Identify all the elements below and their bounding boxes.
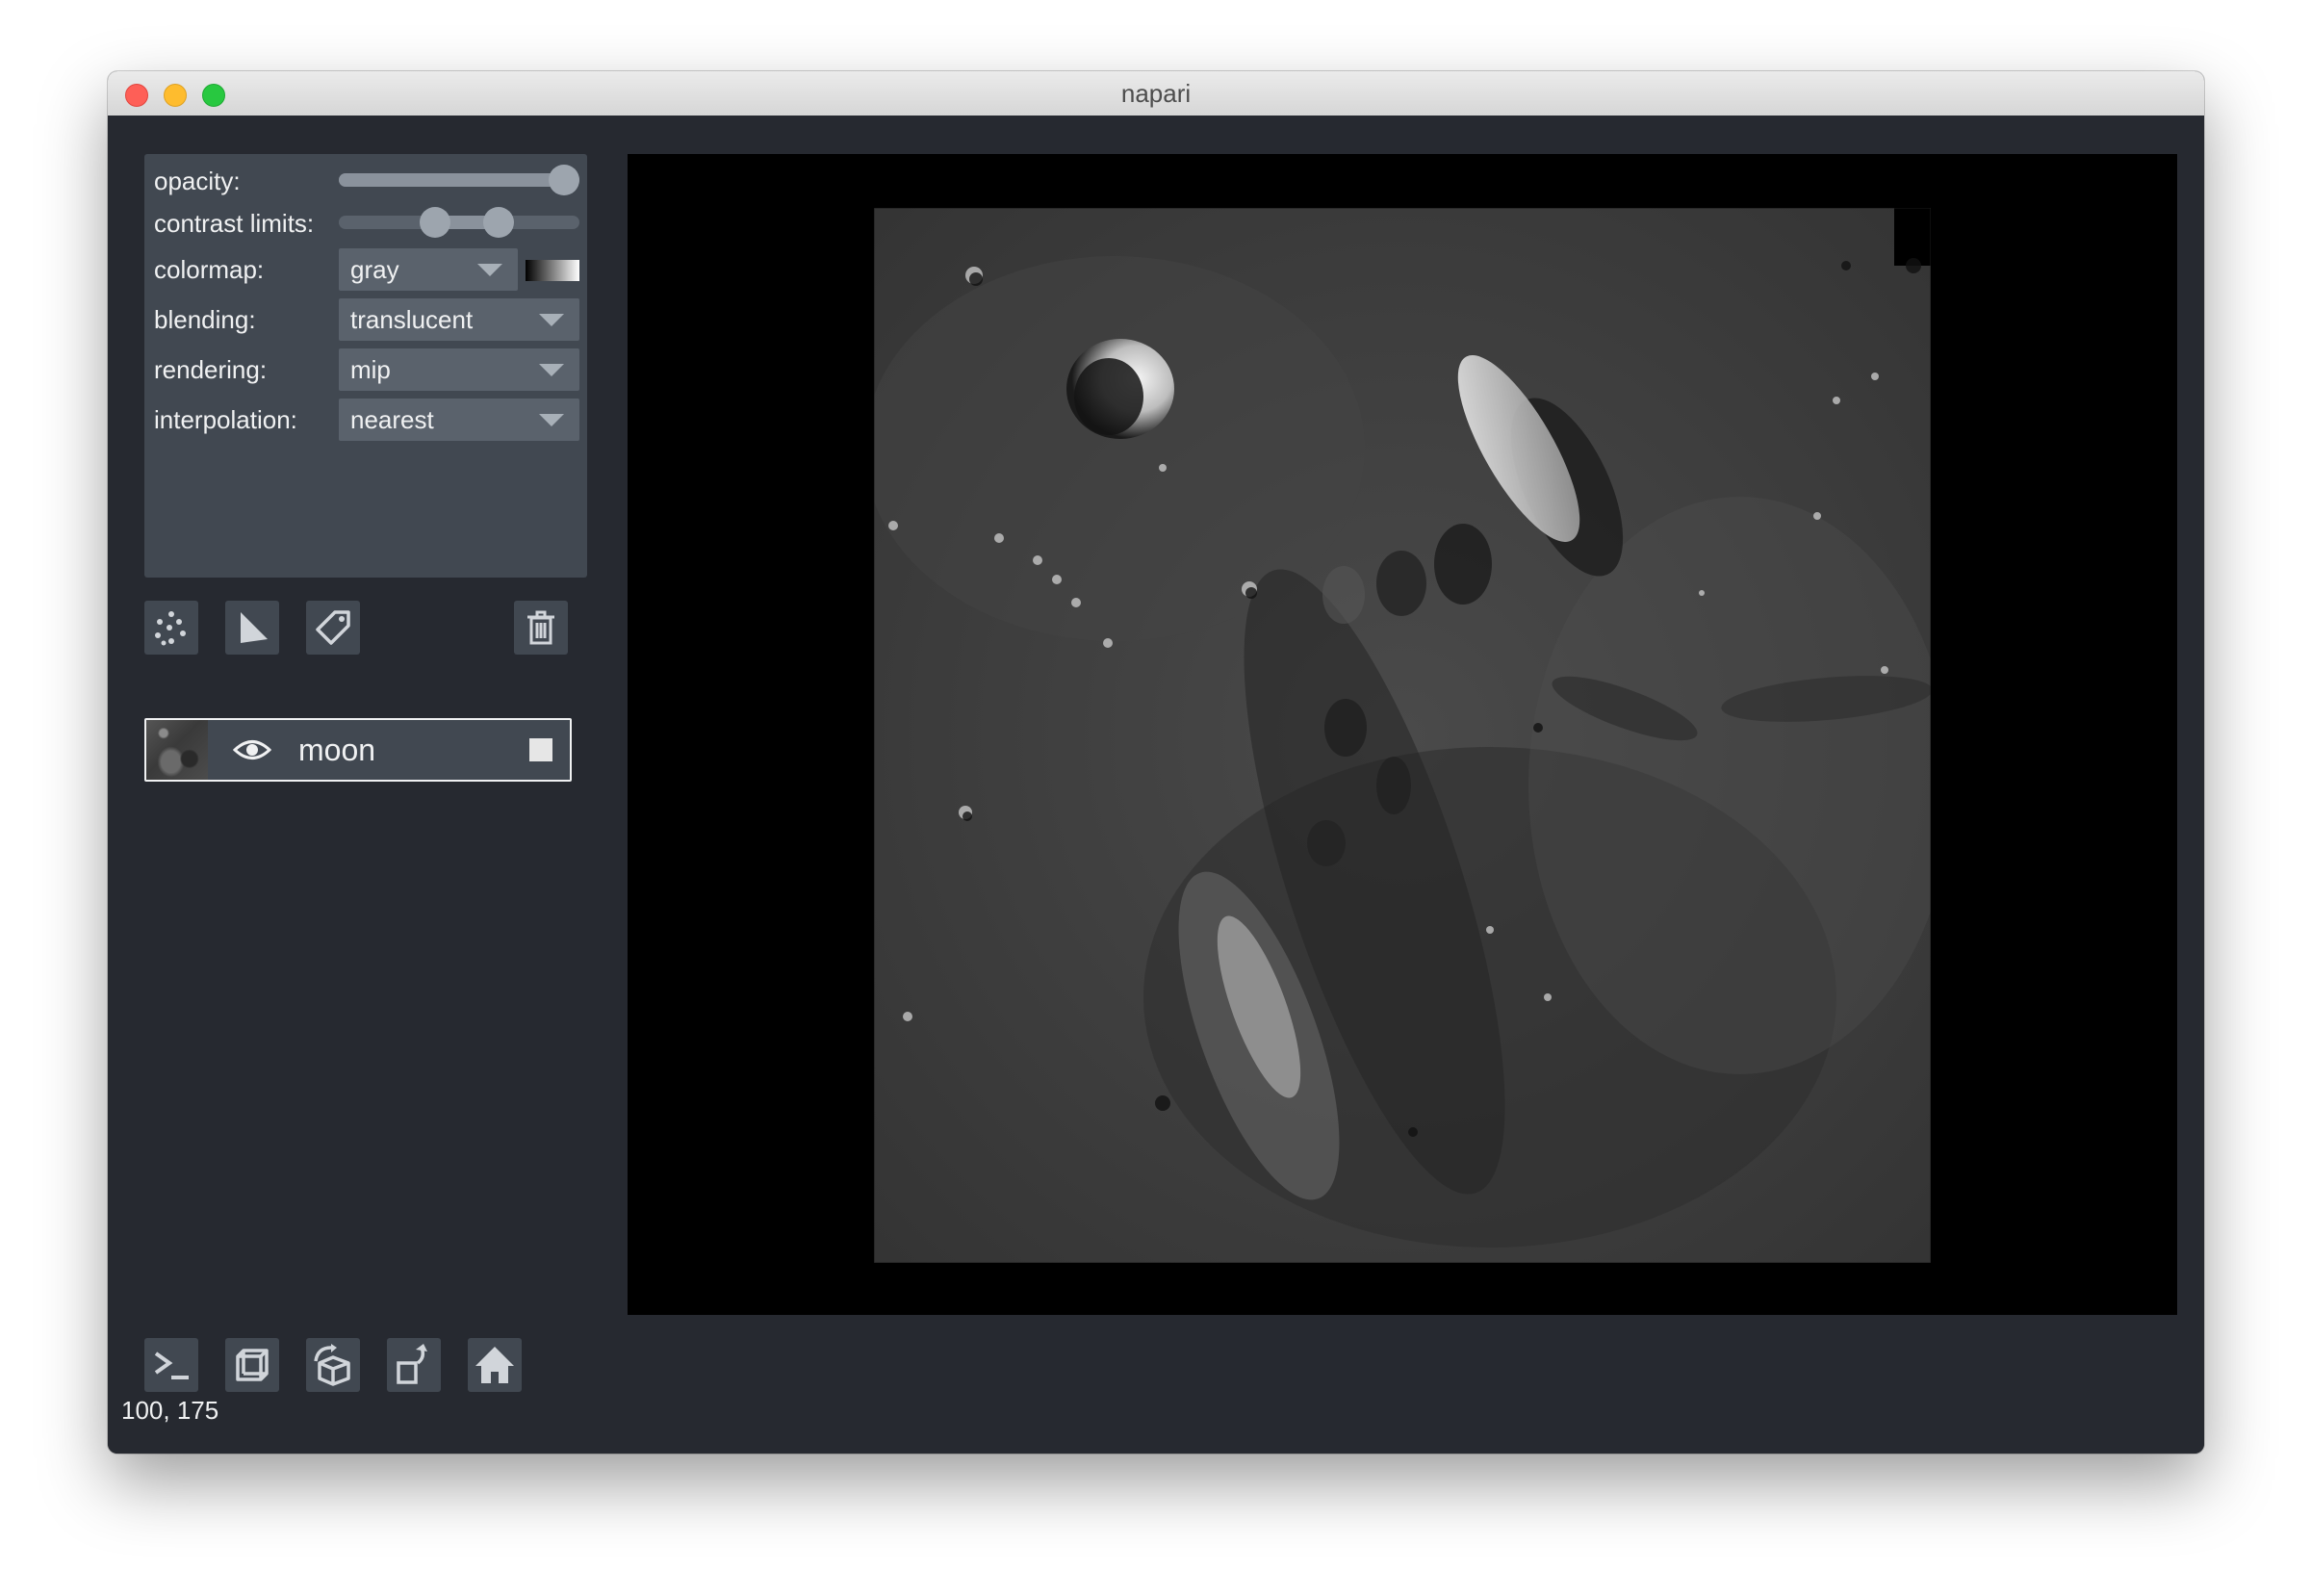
opacity-slider[interactable] bbox=[339, 165, 579, 195]
console-icon bbox=[154, 1351, 189, 1379]
contrast-limits-high-handle[interactable] bbox=[483, 207, 514, 238]
contrast-limits-slider[interactable] bbox=[339, 207, 579, 238]
contrast-limits-low-handle[interactable] bbox=[420, 207, 450, 238]
labels-tag-icon bbox=[316, 610, 350, 645]
chevron-down-icon bbox=[539, 314, 564, 326]
viewer-canvas[interactable] bbox=[628, 154, 2177, 1315]
rendering-value: mip bbox=[350, 355, 391, 384]
new-points-layer-button[interactable] bbox=[144, 601, 198, 655]
colormap-preview bbox=[526, 260, 579, 281]
layer-selected-checkbox[interactable] bbox=[529, 738, 552, 761]
console-button[interactable] bbox=[144, 1338, 198, 1392]
transpose-button[interactable] bbox=[387, 1338, 441, 1392]
interpolation-label: interpolation: bbox=[154, 405, 297, 434]
blending-label: blending: bbox=[154, 305, 256, 334]
napari-window: napari opacity: contrast limits: colorma… bbox=[108, 71, 2204, 1454]
trash-icon bbox=[527, 610, 554, 645]
shapes-icon bbox=[241, 612, 268, 643]
moon-image[interactable] bbox=[874, 208, 1931, 1263]
title-bar[interactable]: napari bbox=[108, 71, 2204, 116]
ndisplay-cube-icon bbox=[236, 1349, 269, 1381]
layer-list-item[interactable]: moon bbox=[144, 718, 572, 782]
opacity-slider-handle[interactable] bbox=[549, 165, 579, 195]
eye-icon[interactable] bbox=[233, 734, 271, 766]
colormap-dropdown[interactable]: gray bbox=[339, 248, 518, 291]
layer-thumbnail bbox=[146, 720, 208, 780]
colormap-value: gray bbox=[350, 255, 399, 284]
roll-dims-button[interactable] bbox=[306, 1338, 360, 1392]
interpolation-value: nearest bbox=[350, 405, 434, 434]
ndisplay-button[interactable] bbox=[225, 1338, 279, 1392]
opacity-slider-fill bbox=[339, 173, 579, 187]
window-title: napari bbox=[1120, 79, 1192, 108]
chevron-down-icon bbox=[539, 414, 564, 426]
points-icon bbox=[155, 611, 186, 646]
contrast-limits-label: contrast limits: bbox=[154, 209, 315, 238]
layer-controls-panel: opacity: contrast limits: colormap: gray… bbox=[144, 154, 587, 578]
transpose-icon bbox=[397, 1344, 427, 1384]
chevron-down-icon bbox=[539, 364, 564, 376]
rendering-label: rendering: bbox=[154, 355, 268, 384]
blending-dropdown[interactable]: translucent bbox=[339, 298, 579, 341]
new-labels-layer-button[interactable] bbox=[306, 601, 360, 655]
home-icon bbox=[475, 1347, 514, 1383]
colormap-label: colormap: bbox=[154, 255, 265, 284]
roll-dims-icon bbox=[314, 1344, 350, 1386]
reset-view-button[interactable] bbox=[468, 1338, 522, 1392]
opacity-label: opacity: bbox=[154, 167, 241, 195]
delete-layer-button[interactable] bbox=[514, 601, 568, 655]
blending-value: translucent bbox=[350, 305, 474, 334]
new-shapes-layer-button[interactable] bbox=[225, 601, 279, 655]
status-coordinates: 100, 175 bbox=[121, 1396, 219, 1425]
viewer-content: opacity: contrast limits: colormap: gray… bbox=[108, 116, 2204, 1454]
chevron-down-icon bbox=[477, 264, 502, 276]
interpolation-dropdown[interactable]: nearest bbox=[339, 399, 579, 441]
rendering-dropdown[interactable]: mip bbox=[339, 348, 579, 391]
layer-name[interactable]: moon bbox=[298, 720, 375, 780]
